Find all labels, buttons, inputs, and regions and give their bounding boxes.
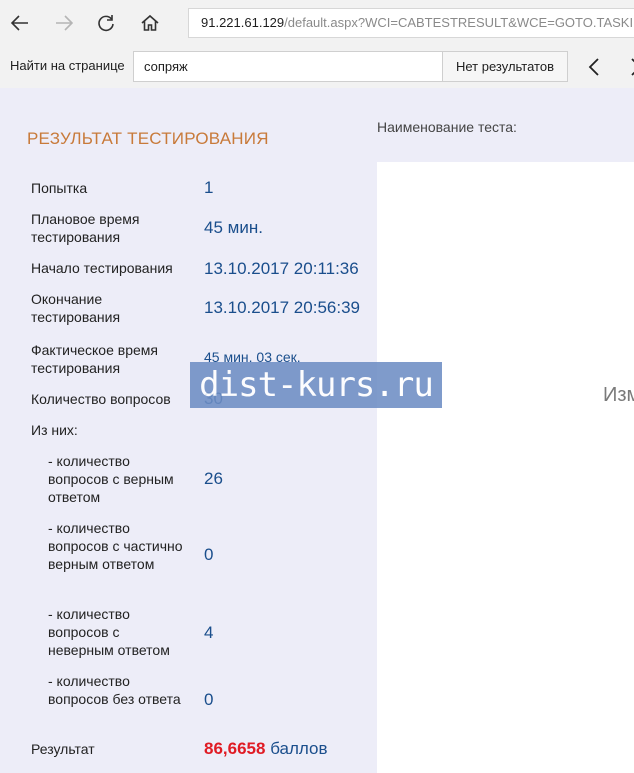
end-time-value: 13.10.2017 20:56:39 [204,298,360,317]
end-time-label: Окончание тестирования [31,291,121,325]
find-previous-button[interactable] [582,55,606,79]
find-input[interactable]: сопряж [133,51,443,82]
correct-answers-value: 26 [204,469,223,488]
find-next-button[interactable] [624,55,634,79]
wrong-answers-label: - количество вопросов с неверным ответом [48,606,170,658]
find-on-page-bar: Найти на странице сопряж Нет результатов [0,46,634,89]
result-value: 86,6658 баллов [204,739,328,759]
test-name-label: Наименование теста: [377,119,517,135]
right-panel-text: Изм [603,384,634,406]
back-arrow-icon [10,15,28,31]
start-time-value: 13.10.2017 20:11:36 [204,259,359,278]
address-path: /default.aspx?WCI=CABTESTRESULT&WCE=GOTO… [284,15,634,30]
result-unit: баллов [270,739,328,758]
home-button[interactable] [134,7,166,39]
question-count-label: Количество вопросов [31,391,171,407]
address-bar[interactable]: 91.221.61.129/default.aspx?WCI=CABTESTRE… [188,8,634,38]
wrong-answers-value: 4 [204,623,214,642]
chevron-right-icon [631,58,634,76]
unanswered-value: 0 [204,690,214,709]
result-panel: РЕЗУЛЬТАТ ТЕСТИРОВАНИЯ Попытка 1 Планово… [0,88,377,773]
planned-time-value: 45 мин. [204,218,263,237]
attempt-label: Попытка [31,180,88,196]
watermark: dist-kurs.ru [190,362,442,408]
result-heading: РЕЗУЛЬТАТ ТЕСТИРОВАНИЯ [27,129,269,148]
planned-time-label: Плановое время тестирования [31,211,140,245]
refresh-button[interactable] [90,7,122,39]
of-them-label: Из них: [31,422,78,438]
home-icon [141,14,159,31]
test-details-panel [377,162,634,773]
forward-button[interactable] [48,7,80,39]
partially-correct-label: - количество вопросов с частично верным … [48,520,183,572]
find-label: Найти на странице [10,58,125,73]
chevron-left-icon [588,58,599,76]
page-content: РЕЗУЛЬТАТ ТЕСТИРОВАНИЯ Попытка 1 Планово… [0,88,634,773]
browser-toolbar: 91.221.61.129/default.aspx?WCI=CABTESTRE… [0,0,634,47]
actual-time-label: Фактическое время тестирования [31,342,158,376]
address-host: 91.221.61.129 [201,15,285,30]
back-button[interactable] [4,7,36,39]
forward-arrow-icon [56,15,74,31]
find-results-status: Нет результатов [442,51,568,82]
attempt-value: 1 [204,178,214,197]
result-label: Результат [31,741,95,757]
start-time-label: Начало тестирования [31,260,173,276]
result-score: 86,6658 [204,739,266,758]
refresh-icon [98,15,114,32]
unanswered-label: - количество вопросов без ответа [48,673,181,707]
partially-correct-value: 0 [204,545,214,564]
correct-answers-label: - количество вопросов с верным ответом [48,453,174,505]
